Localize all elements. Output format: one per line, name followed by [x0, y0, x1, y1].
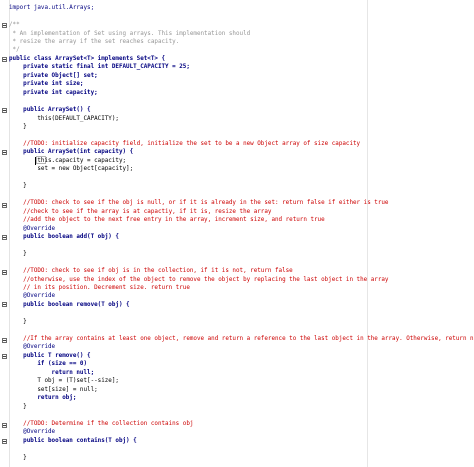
fold-toggle-icon[interactable]: [2, 108, 7, 113]
code-line[interactable]: public boolean add(T obj) {: [9, 233, 119, 242]
code-line[interactable]: //TODO: check to see if obj is in the co…: [9, 267, 293, 276]
code-line[interactable]: @Override: [9, 343, 55, 352]
code-line[interactable]: @Override: [9, 292, 55, 301]
code-line[interactable]: //If the array contains at least one obj…: [9, 335, 474, 344]
code-line[interactable]: }: [9, 318, 27, 327]
code-line[interactable]: import java.util.Arrays;: [9, 4, 94, 13]
code-line[interactable]: */: [9, 46, 20, 55]
code-line[interactable]: public boolean contains(T obj) {: [9, 437, 137, 446]
code-line[interactable]: @Override: [9, 428, 55, 437]
code-line[interactable]: }: [9, 454, 27, 463]
fold-toggle-icon[interactable]: [2, 439, 7, 444]
fold-toggle-icon[interactable]: [2, 203, 7, 208]
code-line[interactable]: public ArraySet() {: [9, 106, 90, 115]
code-line[interactable]: /**: [9, 21, 20, 30]
code-line[interactable]: private int capacity;: [9, 89, 98, 98]
code-line[interactable]: public boolean remove(T obj) {: [9, 301, 129, 310]
fold-toggle-icon[interactable]: [2, 270, 7, 275]
fold-toggle-icon[interactable]: [2, 23, 7, 28]
right-margin-guide: [367, 0, 368, 467]
fold-toggle-icon[interactable]: [2, 235, 7, 240]
code-line[interactable]: //add the object to the next free entry …: [9, 216, 324, 225]
code-line[interactable]: set = new Object[capacity];: [9, 165, 133, 174]
code-line[interactable]: T obj = (T)set[--size];: [9, 377, 119, 386]
code-line[interactable]: * resize the array if the set reaches ca…: [9, 38, 180, 47]
code-line[interactable]: }: [9, 250, 27, 259]
code-editor[interactable]: import java.util.Arrays; /** * An implem…: [0, 0, 474, 467]
code-line[interactable]: if (size == 0): [9, 360, 87, 369]
fold-toggle-icon[interactable]: [2, 338, 7, 343]
fold-toggle-icon[interactable]: [2, 423, 7, 428]
code-line[interactable]: //TODO: check to see if the obj is null,…: [9, 199, 388, 208]
code-line[interactable]: private static final int DEFAULT_CAPACIT…: [9, 63, 190, 72]
code-line[interactable]: private int size;: [9, 80, 83, 89]
fold-toggle-icon[interactable]: [2, 302, 7, 307]
fold-toggle-icon[interactable]: [2, 354, 7, 359]
code-line[interactable]: public ArraySet(int capacity) {: [9, 148, 133, 157]
fold-toggle-icon[interactable]: [2, 57, 7, 62]
fold-toggle-icon[interactable]: [2, 150, 7, 155]
code-line[interactable]: }: [9, 123, 27, 132]
code-line[interactable]: return obj;: [9, 394, 76, 403]
code-line[interactable]: }: [9, 403, 27, 412]
code-line[interactable]: }: [9, 182, 27, 191]
